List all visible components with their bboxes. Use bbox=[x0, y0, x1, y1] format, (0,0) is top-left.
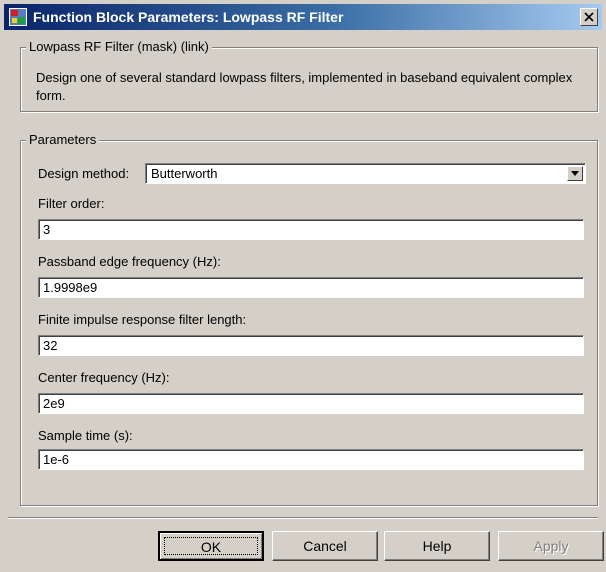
filter-order-field[interactable]: 3 bbox=[38, 219, 584, 240]
ok-button[interactable]: OK bbox=[158, 531, 264, 561]
parameters-group: Parameters Design method: Butterworth Fi… bbox=[20, 132, 598, 506]
description-group-label: Lowpass RF Filter (mask) (link) bbox=[26, 39, 212, 55]
cancel-button[interactable]: Cancel bbox=[272, 531, 378, 561]
description-text: Design one of several standard lowpass f… bbox=[36, 70, 573, 103]
filter-order-label: Filter order: bbox=[38, 196, 105, 211]
help-button[interactable]: Help bbox=[384, 531, 490, 561]
chevron-down-icon bbox=[571, 171, 579, 176]
apply-button[interactable]: Apply bbox=[498, 531, 604, 561]
fir-length-field[interactable]: 32 bbox=[38, 335, 584, 356]
design-method-value: Butterworth bbox=[151, 166, 218, 181]
passband-edge-field[interactable]: 1.9998e9 bbox=[38, 277, 584, 298]
sample-time-field[interactable]: 1e-6 bbox=[38, 449, 584, 470]
title-bar[interactable]: Function Block Parameters: Lowpass RF Fi… bbox=[4, 4, 602, 30]
close-icon bbox=[584, 12, 594, 22]
ok-button-label: OK bbox=[164, 537, 258, 555]
description-group: Lowpass RF Filter (mask) (link) Design o… bbox=[20, 39, 598, 112]
center-frequency-label: Center frequency (Hz): bbox=[38, 370, 170, 385]
design-method-select[interactable]: Butterworth bbox=[145, 163, 586, 184]
simulink-block-icon bbox=[9, 8, 27, 26]
parameters-group-label: Parameters bbox=[26, 132, 100, 148]
sample-time-label: Sample time (s): bbox=[38, 428, 133, 443]
button-separator bbox=[8, 517, 598, 519]
dropdown-button[interactable] bbox=[567, 166, 583, 181]
center-frequency-field[interactable]: 2e9 bbox=[38, 393, 584, 414]
passband-edge-label: Passband edge frequency (Hz): bbox=[38, 254, 221, 269]
close-button[interactable] bbox=[580, 8, 598, 26]
fir-length-label: Finite impulse response filter length: bbox=[38, 312, 247, 327]
window-title: Function Block Parameters: Lowpass RF Fi… bbox=[33, 9, 344, 25]
design-method-label: Design method: bbox=[38, 166, 130, 181]
dialog-window: Function Block Parameters: Lowpass RF Fi… bbox=[0, 0, 606, 572]
